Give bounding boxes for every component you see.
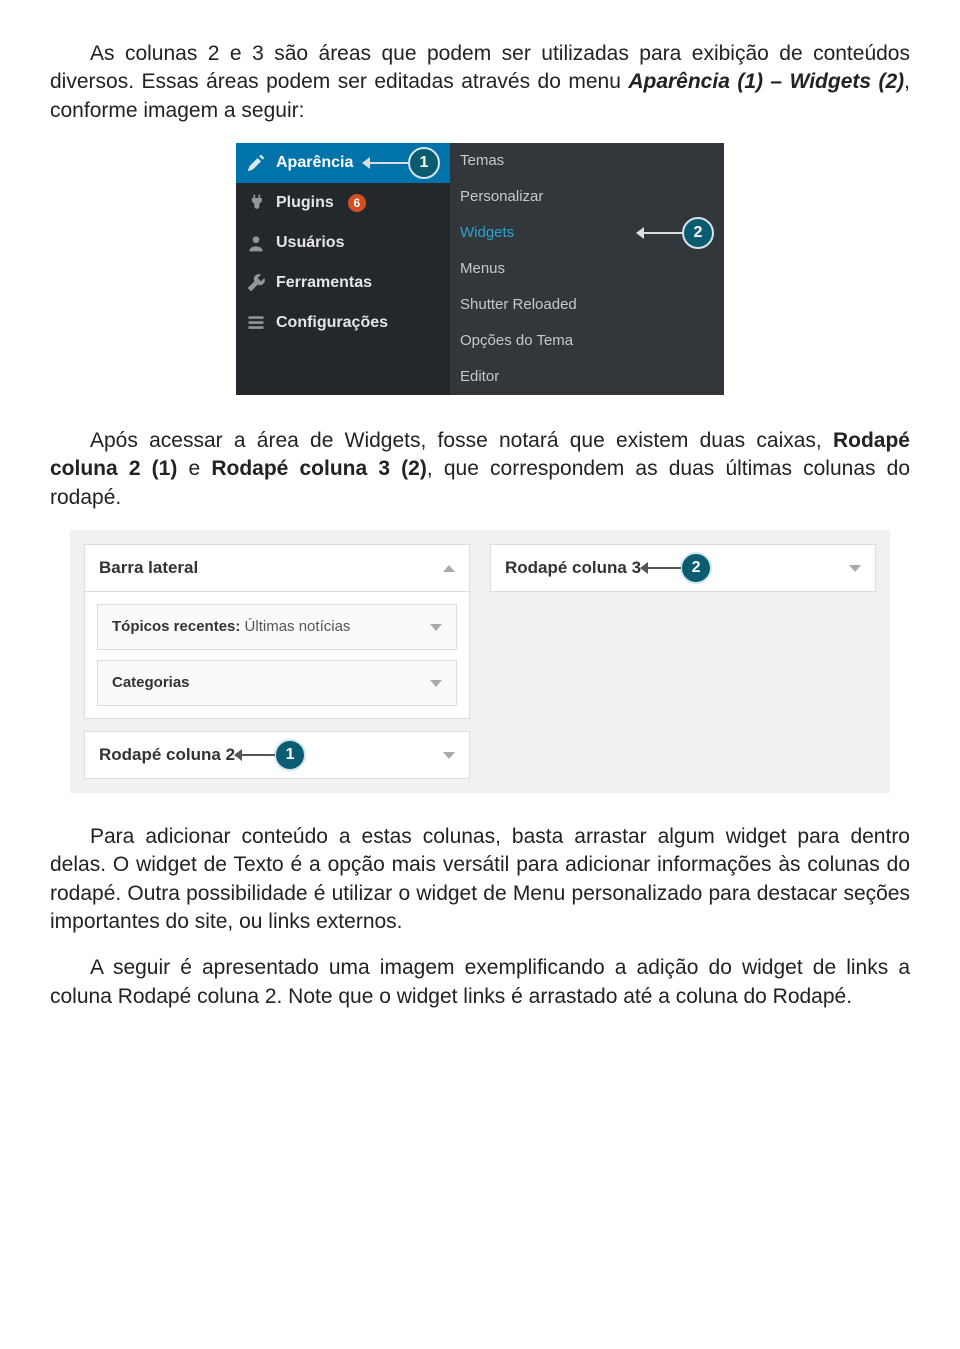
user-icon [246, 233, 266, 253]
submenu-label: Menus [460, 259, 505, 279]
paragraph-3: Para adicionar conteúdo a estas colunas,… [50, 823, 910, 936]
submenu-label: Widgets [460, 223, 514, 243]
update-count-badge: 6 [348, 194, 366, 212]
submenu-item-personalizar[interactable]: Personalizar [450, 179, 724, 215]
submenu-label: Personalizar [460, 187, 543, 207]
submenu-label: Opções do Tema [460, 331, 573, 351]
submenu-item-shutter[interactable]: Shutter Reloaded [450, 287, 724, 323]
menu-item-usuarios[interactable]: Usuários [236, 223, 450, 263]
submenu-label: Temas [460, 151, 504, 171]
widget-areas-left-col: Barra lateral Tópicos recentes: Últimas … [84, 544, 470, 779]
widget-title-value: Últimas notícias [245, 618, 351, 635]
paragraph-2: Após acessar a área de Widgets, fosse no… [50, 427, 910, 512]
submenu-item-editor[interactable]: Editor [450, 359, 724, 395]
widget-name: Tópicos recentes: [112, 618, 240, 635]
screenshot-wp-admin-menu: Aparência 1 Plugins 6 Usuários Ferrament… [236, 143, 724, 395]
callout-arrow: 1 [363, 147, 440, 179]
chevron-down-icon [430, 624, 442, 631]
widget-area-barra-lateral-body: Tópicos recentes: Últimas notícias Categ… [84, 592, 470, 719]
brush-icon [246, 153, 266, 173]
callout-badge-1: 1 [274, 739, 306, 771]
sliders-icon [246, 313, 266, 333]
widget-label: Tópicos recentes: Últimas notícias [112, 617, 350, 637]
screenshot-widget-areas: Barra lateral Tópicos recentes: Últimas … [70, 530, 890, 793]
widget-area-rodape3-header[interactable]: Rodapé coluna 3 2 [490, 544, 876, 592]
submenu-item-menus[interactable]: Menus [450, 251, 724, 287]
callout-arrow: 1 [241, 739, 306, 771]
widget-area-title-wrap: Rodapé coluna 3 2 [505, 552, 712, 584]
paragraph-4: A seguir é apresentado uma imagem exempl… [50, 954, 910, 1011]
admin-sidebar-left: Aparência 1 Plugins 6 Usuários Ferrament… [236, 143, 450, 395]
callout-badge-1: 1 [408, 147, 440, 179]
menu-item-plugins[interactable]: Plugins 6 [236, 183, 450, 223]
wrench-icon [246, 273, 266, 293]
submenu-item-widgets[interactable]: Widgets 2 [450, 215, 724, 251]
widget-label: Categorias [112, 673, 190, 693]
chevron-down-icon [430, 680, 442, 687]
callout-arrow: 2 [647, 552, 712, 584]
submenu-label: Shutter Reloaded [460, 295, 577, 315]
widget-categorias[interactable]: Categorias [97, 660, 457, 706]
widget-area-title: Rodapé coluna 2 [99, 744, 235, 767]
chevron-down-icon [849, 565, 861, 572]
chevron-up-icon [443, 565, 455, 572]
menu-label: Aparência [276, 152, 353, 174]
paragraph-1: As colunas 2 e 3 são áreas que podem ser… [50, 40, 910, 125]
callout-badge-2: 2 [682, 217, 714, 249]
plug-icon [246, 193, 266, 213]
menu-label: Ferramentas [276, 272, 372, 294]
widget-areas-right-col: Rodapé coluna 3 2 [490, 544, 876, 779]
widget-area-title: Barra lateral [99, 557, 198, 580]
widget-area-barra-lateral-header[interactable]: Barra lateral [84, 544, 470, 592]
menu-item-ferramentas[interactable]: Ferramentas [236, 263, 450, 303]
admin-submenu-right: Temas Personalizar Widgets 2 Menus Shutt… [450, 143, 724, 395]
widget-area-title-wrap: Rodapé coluna 2 1 [99, 739, 306, 771]
submenu-item-opcoes-tema[interactable]: Opções do Tema [450, 323, 724, 359]
text: Após acessar a área de Widgets, fosse no… [90, 429, 833, 452]
widget-topicos-recentes[interactable]: Tópicos recentes: Últimas notícias [97, 604, 457, 650]
menu-label: Configurações [276, 312, 388, 334]
text-bold: Rodapé coluna 3 (2) [211, 457, 427, 480]
widget-area-rodape2-header[interactable]: Rodapé coluna 2 1 [84, 731, 470, 779]
menu-item-configuracoes[interactable]: Configurações [236, 303, 450, 343]
menu-item-aparencia[interactable]: Aparência 1 [236, 143, 450, 183]
text-bold: Aparência (1) – Widgets (2) [628, 70, 904, 93]
menu-label: Usuários [276, 232, 344, 254]
text: e [177, 457, 211, 480]
callout-badge-2: 2 [680, 552, 712, 584]
submenu-label: Editor [460, 367, 499, 387]
widget-area-title: Rodapé coluna 3 [505, 557, 641, 580]
widget-name: Categorias [112, 674, 190, 691]
callout-arrow: 2 [524, 217, 714, 249]
chevron-down-icon [443, 752, 455, 759]
menu-label: Plugins [276, 192, 334, 214]
submenu-item-temas[interactable]: Temas [450, 143, 724, 179]
